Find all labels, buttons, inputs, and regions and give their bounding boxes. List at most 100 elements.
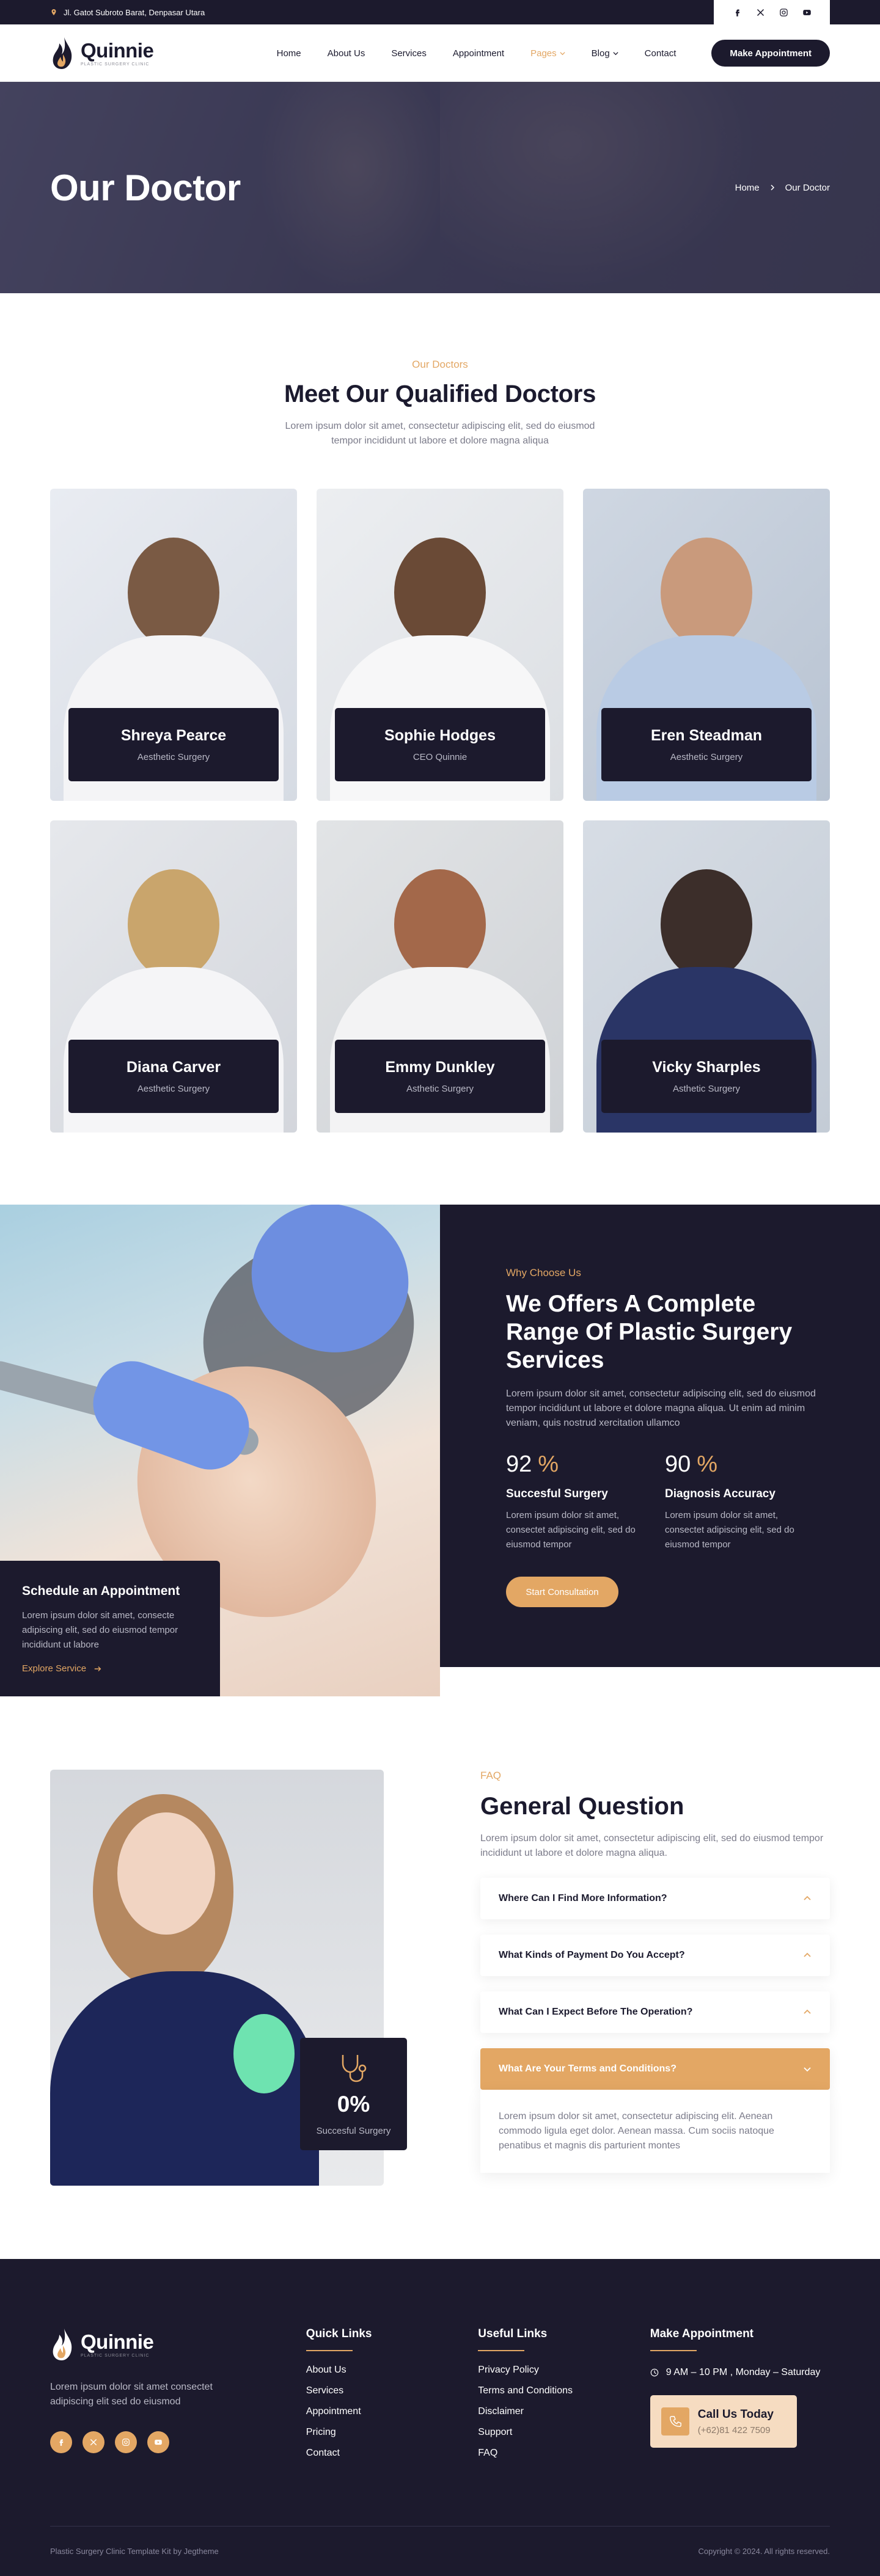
chevron-down-icon [613, 51, 618, 55]
doctor-label: Sophie Hodges CEO Quinnie [335, 708, 545, 781]
footer-link[interactable]: Appointment [306, 2406, 478, 2417]
footer-link[interactable]: Disclaimer [478, 2406, 650, 2417]
flame-logo-icon [53, 37, 72, 69]
stat-text: Lorem ipsum dolor sit amet, consectet ad… [506, 1510, 636, 1550]
footer-about: Lorem ipsum dolor sit amet consectet adi… [50, 2382, 213, 2407]
chevron-up-icon [804, 1952, 811, 1957]
instagram-icon[interactable] [779, 7, 788, 17]
why-choose-us-section: Schedule an Appointment Lorem ipsum dolo… [0, 1205, 880, 1696]
instagram-icon[interactable] [115, 2431, 137, 2453]
faq-question-text: What Can I Expect Before The Operation? [499, 2007, 693, 2017]
faq-answer: Lorem ipsum dolor sit amet, consectetur … [480, 2090, 830, 2173]
stat-title: Succesful Surgery [506, 1487, 608, 1500]
site-footer: Quinnie Plastic Surgery Clinic Lorem ips… [0, 2259, 880, 2576]
footer-bottom: Plastic Surgery Clinic Template Kit by J… [50, 2526, 830, 2576]
doctor-card[interactable]: Shreya Pearce Aesthetic Surgery [50, 489, 297, 801]
hours-text: 9 AM – 10 PM , Monday – Saturday [666, 2367, 821, 2377]
why-eyebrow: Why Choose Us [506, 1267, 581, 1279]
chevron-up-icon [804, 2009, 811, 2014]
doctor-role: Aesthetic Surgery [137, 752, 210, 762]
site-header: Quinnie Plastic Surgery Clinic Home Abou… [0, 24, 880, 82]
x-twitter-icon[interactable] [755, 7, 765, 17]
stat-value: 90 [665, 1451, 691, 1477]
nav-services[interactable]: Services [391, 48, 427, 59]
breadcrumb-current: Our Doctor [785, 182, 830, 193]
address: Jl. Gatot Subroto Barat, Denpasar Utara [50, 8, 205, 17]
explore-service-link[interactable]: Explore Service [22, 1663, 198, 1674]
nav-appointment[interactable]: Appointment [453, 48, 504, 59]
doctor-name: Sophie Hodges [384, 727, 496, 744]
stat-item: 90% Diagnosis Accuracy Lorem ipsum dolor… [665, 1451, 824, 1552]
schedule-card: Schedule an Appointment Lorem ipsum dolo… [0, 1561, 220, 1696]
footer-link[interactable]: Privacy Policy [478, 2365, 650, 2376]
stat-unit: % [538, 1451, 559, 1477]
footer-link[interactable]: FAQ [478, 2448, 650, 2459]
faq-section: 0% Succesful Surgery FAQ General Questio… [0, 1696, 880, 2259]
doctor-card[interactable]: Diana Carver Aesthetic Surgery [50, 820, 297, 1133]
doctor-card[interactable]: Sophie Hodges CEO Quinnie [317, 489, 563, 801]
doctor-photo [394, 869, 486, 979]
facebook-icon[interactable] [50, 2431, 72, 2453]
stat-text: Lorem ipsum dolor sit amet, consectet ad… [665, 1510, 794, 1550]
doctor-role: Aesthetic Surgery [670, 752, 743, 762]
logo[interactable]: Quinnie Plastic Surgery Clinic [50, 36, 154, 70]
chevron-up-icon [804, 1896, 811, 1900]
doctor-card[interactable]: Vicky Sharples Asthetic Surgery [583, 820, 830, 1133]
explore-service-label: Explore Service [22, 1663, 87, 1674]
schedule-title: Schedule an Appointment [22, 1584, 180, 1598]
top-socials [714, 0, 830, 24]
footer-logo[interactable]: Quinnie Plastic Surgery Clinic [50, 2327, 306, 2362]
faq-question[interactable]: Where Can I Find More Information? [480, 1878, 830, 1919]
main-nav: Home About Us Services Appointment Pages… [277, 48, 676, 59]
page-hero: Our Doctor Home Our Doctor [0, 82, 880, 293]
doctor-photo [661, 538, 752, 648]
start-consultation-button[interactable]: Start Consultation [506, 1577, 618, 1607]
faq-question-text: Where Can I Find More Information? [499, 1893, 667, 1903]
brand-name: Quinnie [81, 2330, 154, 2353]
doctors-title: Meet Our Qualified Doctors [284, 381, 596, 407]
arrow-right-icon [94, 1666, 101, 1671]
youtube-icon[interactable] [802, 7, 812, 17]
footer-credit: Plastic Surgery Clinic Template Kit by J… [50, 2547, 219, 2556]
faq-question[interactable]: What Can I Expect Before The Operation? [480, 1991, 830, 2033]
nav-contact[interactable]: Contact [645, 48, 676, 59]
nav-about[interactable]: About Us [328, 48, 365, 59]
faq-content: FAQ General Question Lorem ipsum dolor s… [480, 1770, 830, 2186]
stethoscope-icon [342, 2054, 366, 2082]
doctor-role: Asthetic Surgery [406, 1084, 474, 1094]
nav-pages-label: Pages [530, 48, 557, 59]
make-appointment-button[interactable]: Make Appointment [711, 40, 830, 67]
nav-pages[interactable]: Pages [530, 48, 565, 59]
doctor-label: Shreya Pearce Aesthetic Surgery [68, 708, 279, 781]
doctor-card[interactable]: Emmy Dunkley Asthetic Surgery [317, 820, 563, 1133]
footer-link[interactable]: Support [478, 2427, 650, 2438]
address-text: Jl. Gatot Subroto Barat, Denpasar Utara [64, 7, 205, 17]
footer-link[interactable]: Contact [306, 2448, 478, 2459]
footer-link[interactable]: Services [306, 2385, 478, 2396]
footer-link[interactable]: Pricing [306, 2427, 478, 2438]
faq-question-open[interactable]: What Are Your Terms and Conditions? [480, 2048, 830, 2090]
clock-icon [650, 2368, 659, 2377]
quick-links-title: Quick Links [306, 2327, 478, 2351]
doctor-label: Vicky Sharples Asthetic Surgery [601, 1040, 812, 1113]
footer-link[interactable]: Terms and Conditions [478, 2385, 650, 2396]
why-title: We Offers A Complete Range Of Plastic Su… [506, 1291, 793, 1373]
schedule-text: Lorem ipsum dolor sit amet, consecte adi… [22, 1610, 178, 1650]
youtube-icon[interactable] [147, 2431, 169, 2453]
brand-tagline: Plastic Surgery Clinic [81, 2353, 150, 2358]
brand-name: Quinnie [81, 38, 154, 62]
footer-useful-links: Useful Links Privacy Policy Terms and Co… [478, 2327, 650, 2468]
stat-value: 92 [506, 1451, 532, 1477]
faq-question-text: What Are Your Terms and Conditions? [499, 2063, 676, 2074]
call-us-card[interactable]: Call Us Today (+62)81 422 7509 [650, 2395, 797, 2448]
badge-label: Succesful Surgery [316, 2125, 391, 2136]
nav-home[interactable]: Home [277, 48, 301, 59]
nav-blog[interactable]: Blog [592, 48, 618, 59]
faq-question[interactable]: What Kinds of Payment Do You Accept? [480, 1935, 830, 1976]
facebook-icon[interactable] [732, 7, 742, 17]
footer-link[interactable]: About Us [306, 2365, 478, 2376]
x-twitter-icon[interactable] [82, 2431, 105, 2453]
success-badge: 0% Succesful Surgery [300, 2038, 407, 2150]
doctor-card[interactable]: Eren Steadman Aesthetic Surgery [583, 489, 830, 801]
breadcrumb-home[interactable]: Home [735, 183, 760, 193]
